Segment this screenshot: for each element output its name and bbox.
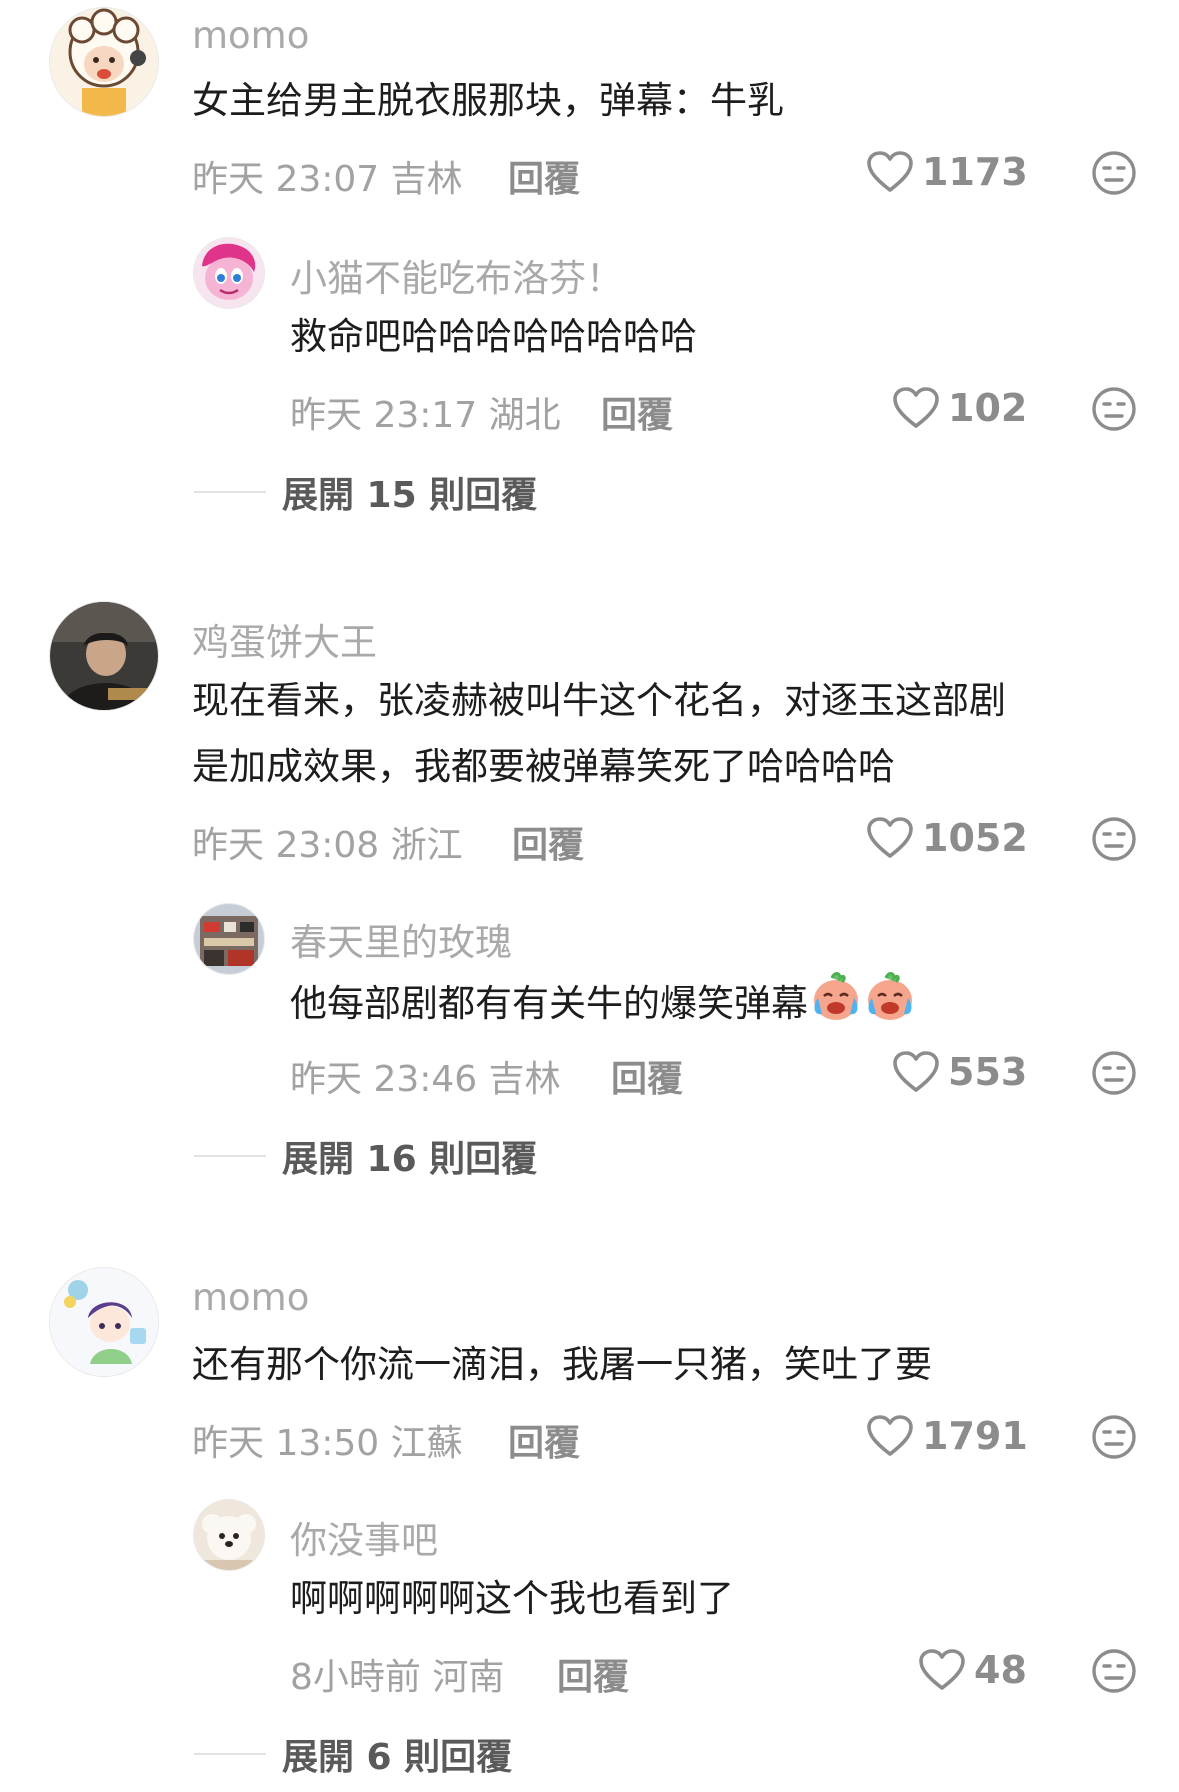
expand-replies-button[interactable]: 展開 16 則回覆 [194, 1130, 537, 1182]
comment-text-line: 是加成效果，我都要被弹幕笑死了哈哈哈哈 [192, 745, 895, 788]
like-button[interactable]: 102 [892, 386, 1027, 430]
comment-username[interactable]: momo [192, 1276, 309, 1319]
meh-face-icon[interactable] [1091, 1414, 1137, 1460]
like-button[interactable]: 1052 [866, 816, 1028, 860]
heart-outline-icon [893, 387, 939, 428]
comment-timestamp-location: 昨天 23:07 吉林 [192, 159, 463, 200]
reply-button[interactable]: 回覆 [508, 150, 580, 202]
meh-face-icon[interactable] [1091, 816, 1137, 862]
comment-username[interactable]: momo [192, 14, 309, 57]
reply-avatar[interactable] [194, 238, 264, 308]
heart-outline-icon [867, 151, 913, 192]
reply-timestamp-location: 8小時前 河南 [290, 1657, 505, 1698]
expand-replies-button[interactable]: 展開 15 則回覆 [194, 466, 537, 518]
reply-button[interactable]: 回覆 [611, 1050, 683, 1102]
comment-username[interactable]: 鸡蛋饼大王 [192, 612, 377, 666]
reply-button[interactable]: 回覆 [557, 1648, 629, 1700]
like-count: 1173 [922, 150, 1028, 194]
reply-username[interactable]: 你没事吧 [290, 1510, 438, 1564]
reply-button[interactable]: 回覆 [601, 386, 673, 438]
expand-replies-button[interactable]: 展開 6 則回覆 [194, 1728, 512, 1780]
comment-text: 女主给男主脱衣服那块，弹幕：牛乳 [192, 79, 784, 122]
reply-username[interactable]: 小猫不能吃布洛芬！ [290, 248, 623, 302]
reply-button[interactable]: 回覆 [512, 816, 584, 868]
like-count: 1791 [922, 1414, 1028, 1458]
reply-button[interactable]: 回覆 [508, 1414, 580, 1466]
reply-text: 救命吧哈哈哈哈哈哈哈哈 [290, 315, 697, 358]
meh-face-icon[interactable] [1091, 150, 1137, 196]
expand-replies-label: 展開 16 則回覆 [282, 1139, 538, 1180]
user-avatar[interactable] [50, 8, 158, 116]
meh-face-icon[interactable] [1091, 1648, 1137, 1694]
heart-outline-icon [893, 1051, 939, 1092]
reply-timestamp-location: 昨天 23:17 湖北 [290, 395, 561, 436]
heart-outline-icon [867, 1415, 913, 1456]
divider-line [194, 1753, 266, 1755]
reply-text: 他每部剧都有有关牛的爆笑弹幕 [290, 968, 918, 1043]
user-avatar[interactable] [50, 1268, 158, 1376]
like-count: 1052 [922, 816, 1028, 860]
comment-text: 还有那个你流一滴泪，我屠一只猪，笑吐了要 [192, 1343, 932, 1386]
reply-text: 啊啊啊啊啊这个我也看到了 [290, 1577, 734, 1620]
reply-username[interactable]: 春天里的玫瑰 [290, 912, 512, 966]
like-count: 48 [974, 1648, 1027, 1692]
reply-timestamp-location: 昨天 23:46 吉林 [290, 1059, 561, 1100]
divider-line [194, 1155, 266, 1157]
comment-timestamp-location: 昨天 23:08 浙江 [192, 825, 463, 866]
user-avatar[interactable] [50, 602, 158, 710]
like-button[interactable]: 1173 [866, 150, 1028, 194]
crying-laugh-emoji [810, 968, 918, 1043]
reply-text-content: 他每部剧都有有关牛的爆笑弹幕 [290, 982, 808, 1025]
heart-outline-icon [867, 817, 913, 858]
meh-face-icon[interactable] [1091, 386, 1137, 432]
comment-text-line: 现在看来，张凌赫被叫牛这个花名，对逐玉这部剧 [192, 679, 1006, 722]
reply-avatar[interactable] [194, 1500, 264, 1570]
expand-replies-label: 展開 6 則回覆 [282, 1737, 513, 1778]
like-count: 102 [948, 386, 1028, 430]
like-count: 553 [948, 1050, 1028, 1094]
expand-replies-label: 展開 15 則回覆 [282, 475, 538, 516]
divider-line [194, 491, 266, 493]
comment-timestamp-location: 昨天 13:50 江蘇 [192, 1423, 463, 1464]
meh-face-icon[interactable] [1091, 1050, 1137, 1096]
like-button[interactable]: 48 [918, 1648, 1027, 1692]
like-button[interactable]: 553 [892, 1050, 1027, 1094]
heart-outline-icon [919, 1649, 965, 1690]
reply-avatar[interactable] [194, 904, 264, 974]
like-button[interactable]: 1791 [866, 1414, 1028, 1458]
